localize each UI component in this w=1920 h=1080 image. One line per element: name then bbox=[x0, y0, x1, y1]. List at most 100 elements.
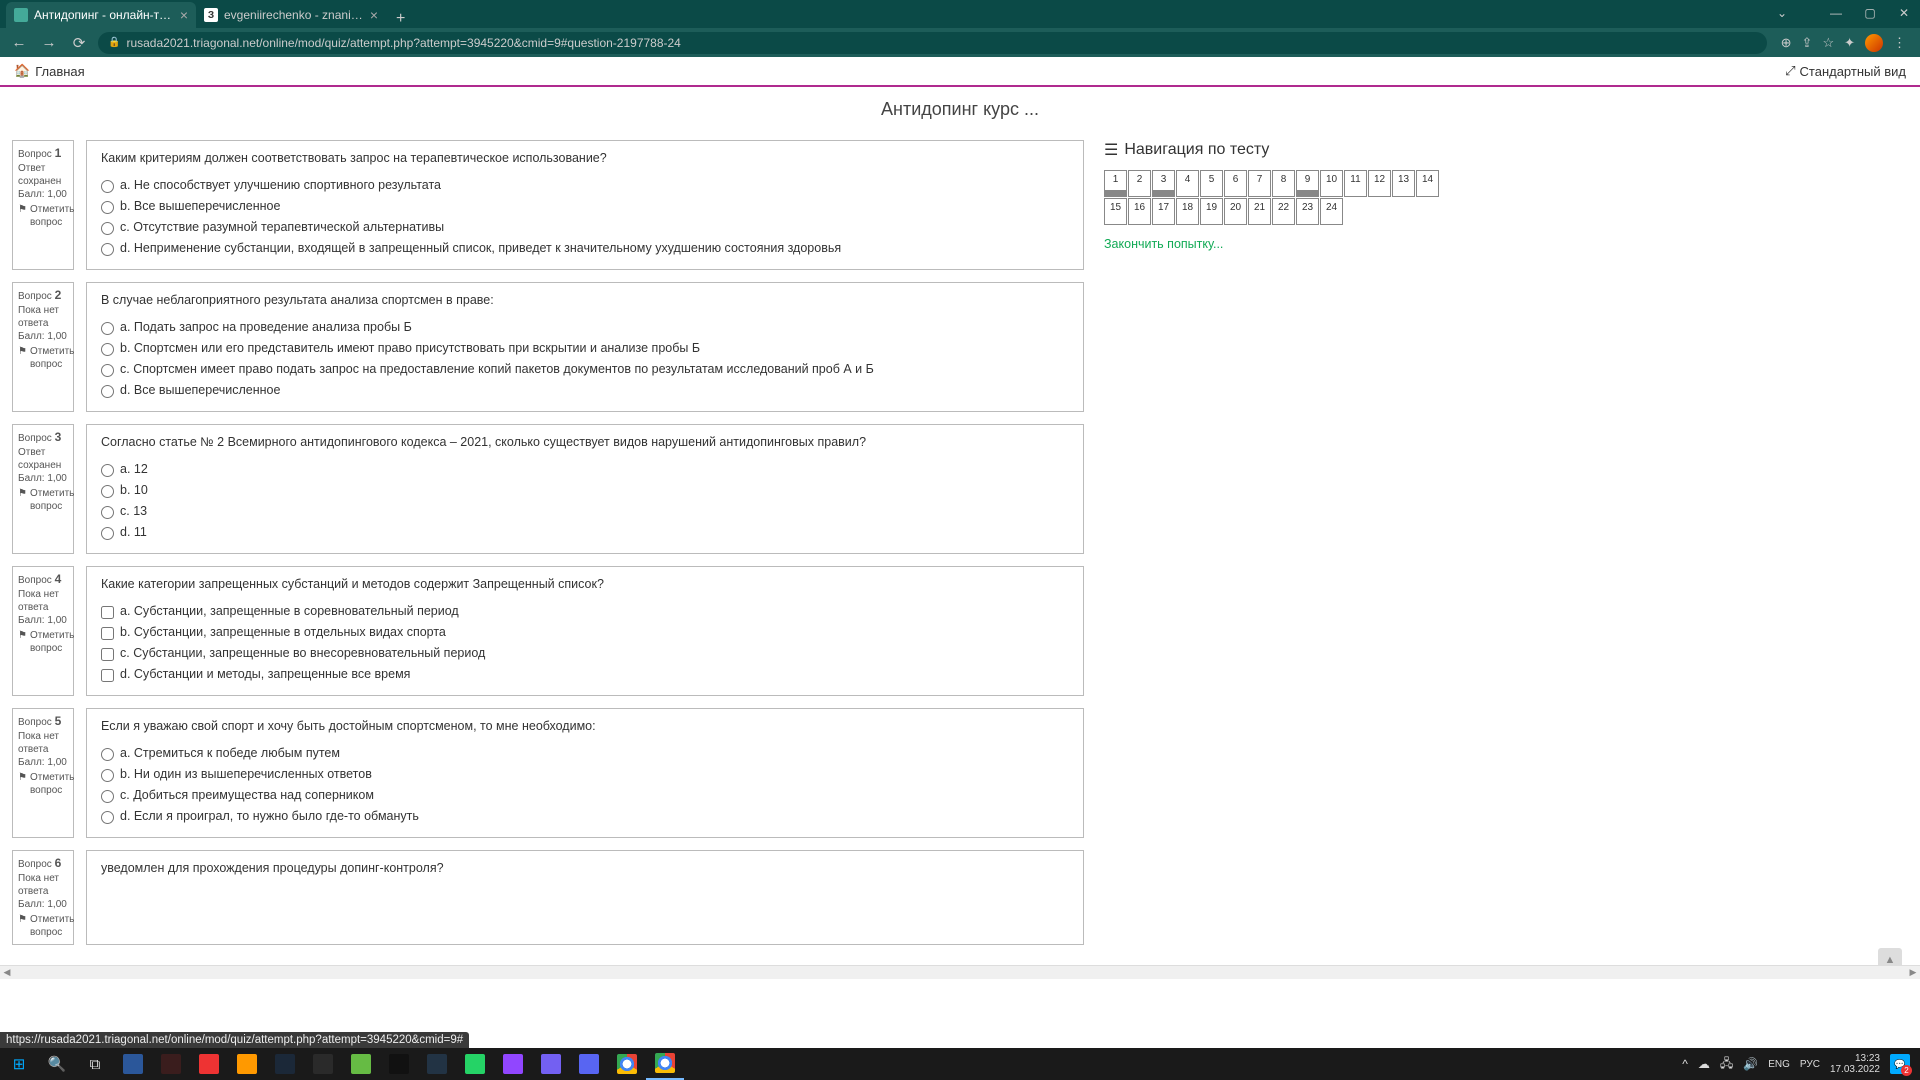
search-button[interactable]: 🔍 bbox=[38, 1048, 76, 1080]
start-button[interactable]: ⊞ bbox=[0, 1048, 38, 1080]
option-input[interactable] bbox=[101, 811, 114, 824]
option-input[interactable] bbox=[101, 606, 114, 619]
back-button[interactable]: ← bbox=[8, 32, 30, 54]
app-game-icon[interactable] bbox=[228, 1048, 266, 1080]
tray-onedrive-icon[interactable]: ☁ bbox=[1698, 1057, 1710, 1071]
option-input[interactable] bbox=[101, 364, 114, 377]
app-word-icon[interactable] bbox=[114, 1048, 152, 1080]
minimize-icon[interactable]: — bbox=[1820, 0, 1852, 26]
tray-clock[interactable]: 13:23 17.03.2022 bbox=[1830, 1053, 1880, 1075]
question-option[interactable]: c. Добиться преимущества над соперником bbox=[101, 785, 1069, 806]
app-discord-icon[interactable] bbox=[570, 1048, 608, 1080]
standard-view-button[interactable]: ⤢ Стандартный вид bbox=[1785, 63, 1906, 79]
option-input[interactable] bbox=[101, 506, 114, 519]
nav-question-1[interactable]: 1 bbox=[1104, 170, 1127, 197]
tray-lang2[interactable]: РУС bbox=[1800, 1059, 1820, 1070]
question-option[interactable]: a. Не способствует улучшению спортивного… bbox=[101, 175, 1069, 196]
tab-2[interactable]: З evgeniirechenko - znanija.com × bbox=[196, 2, 386, 28]
url-input[interactable]: 🔒 rusada2021.triagonal.net/online/mod/qu… bbox=[98, 32, 1767, 54]
nav-question-15[interactable]: 15 bbox=[1104, 198, 1127, 225]
tab-1[interactable]: Антидопинг - онлайн-тест × bbox=[6, 2, 196, 28]
option-input[interactable] bbox=[101, 343, 114, 356]
app-chrome-active-icon[interactable] bbox=[646, 1048, 684, 1080]
app-whatsapp-icon[interactable] bbox=[456, 1048, 494, 1080]
nav-question-5[interactable]: 5 bbox=[1200, 170, 1223, 197]
nav-question-12[interactable]: 12 bbox=[1368, 170, 1391, 197]
notifications-button[interactable]: 💬2 bbox=[1890, 1054, 1910, 1074]
share-icon[interactable]: ⇪ bbox=[1802, 35, 1813, 51]
nav-question-19[interactable]: 19 bbox=[1200, 198, 1223, 225]
option-input[interactable] bbox=[101, 222, 114, 235]
nav-question-18[interactable]: 18 bbox=[1176, 198, 1199, 225]
task-view-button[interactable]: ⧉ bbox=[76, 1048, 114, 1080]
option-input[interactable] bbox=[101, 648, 114, 661]
new-tab-button[interactable]: + bbox=[386, 10, 415, 28]
option-input[interactable] bbox=[101, 769, 114, 782]
question-option[interactable]: c. Отсутствие разумной терапевтической а… bbox=[101, 217, 1069, 238]
app-media-icon[interactable] bbox=[418, 1048, 456, 1080]
app-opera-icon[interactable] bbox=[380, 1048, 418, 1080]
menu-icon[interactable]: ⋮ bbox=[1893, 35, 1906, 51]
dropdown-icon[interactable]: ⌄ bbox=[1766, 0, 1798, 26]
close-icon[interactable]: × bbox=[370, 7, 378, 23]
option-input[interactable] bbox=[101, 385, 114, 398]
app-gog-icon[interactable] bbox=[342, 1048, 380, 1080]
nav-question-24[interactable]: 24 bbox=[1320, 198, 1343, 225]
nav-question-22[interactable]: 22 bbox=[1272, 198, 1295, 225]
close-window-icon[interactable]: ✕ bbox=[1888, 0, 1920, 26]
nav-question-9[interactable]: 9 bbox=[1296, 170, 1319, 197]
question-option[interactable]: b. Спортсмен или его представитель имеют… bbox=[101, 338, 1069, 359]
question-option[interactable]: c. 13 bbox=[101, 501, 1069, 522]
app-steam-icon[interactable] bbox=[266, 1048, 304, 1080]
question-option[interactable]: d. Неприменение субстанции, входящей в з… bbox=[101, 238, 1069, 259]
question-option[interactable]: a. Стремиться к победе любым путем bbox=[101, 743, 1069, 764]
question-option[interactable]: c. Спортсмен имеет право подать запрос н… bbox=[101, 359, 1069, 380]
forward-button[interactable]: → bbox=[38, 32, 60, 54]
app-ccleaner-icon[interactable] bbox=[190, 1048, 228, 1080]
flag-question-link[interactable]: ⚑Отметить вопрос bbox=[18, 203, 68, 229]
nav-question-10[interactable]: 10 bbox=[1320, 170, 1343, 197]
nav-question-6[interactable]: 6 bbox=[1224, 170, 1247, 197]
flag-question-link[interactable]: ⚑Отметить вопрос bbox=[18, 487, 68, 513]
nav-question-8[interactable]: 8 bbox=[1272, 170, 1295, 197]
option-input[interactable] bbox=[101, 790, 114, 803]
question-option[interactable]: c. Субстанции, запрещенные во внесоревно… bbox=[101, 643, 1069, 664]
option-input[interactable] bbox=[101, 201, 114, 214]
reload-button[interactable]: ⟳ bbox=[68, 32, 90, 54]
tray-lang1[interactable]: ENG bbox=[1768, 1059, 1790, 1070]
maximize-icon[interactable]: ▢ bbox=[1854, 0, 1886, 26]
nav-question-23[interactable]: 23 bbox=[1296, 198, 1319, 225]
nav-question-4[interactable]: 4 bbox=[1176, 170, 1199, 197]
scroll-right-icon[interactable]: ▶ bbox=[1906, 966, 1920, 980]
bookmark-icon[interactable]: ☆ bbox=[1822, 35, 1834, 51]
profile-avatar[interactable] bbox=[1865, 34, 1883, 52]
nav-question-20[interactable]: 20 bbox=[1224, 198, 1247, 225]
question-option[interactable]: b. 10 bbox=[101, 480, 1069, 501]
question-option[interactable]: b. Все вышеперечисленное bbox=[101, 196, 1069, 217]
nav-question-16[interactable]: 16 bbox=[1128, 198, 1151, 225]
nav-question-11[interactable]: 11 bbox=[1344, 170, 1367, 197]
flag-question-link[interactable]: ⚑Отметить вопрос bbox=[18, 771, 68, 797]
app-viber-icon[interactable] bbox=[532, 1048, 570, 1080]
option-input[interactable] bbox=[101, 748, 114, 761]
question-option[interactable]: d. Субстанции и методы, запрещенные все … bbox=[101, 664, 1069, 685]
question-option[interactable]: a. Субстанции, запрещенные в соревновате… bbox=[101, 601, 1069, 622]
tray-expand-icon[interactable]: ^ bbox=[1682, 1057, 1688, 1071]
flag-question-link[interactable]: ⚑Отметить вопрос bbox=[18, 629, 68, 655]
option-input[interactable] bbox=[101, 527, 114, 540]
extensions-icon[interactable]: ✦ bbox=[1844, 35, 1855, 51]
tray-network-icon[interactable]: 🖧 bbox=[1720, 1054, 1733, 1075]
option-input[interactable] bbox=[101, 669, 114, 682]
option-input[interactable] bbox=[101, 485, 114, 498]
home-link[interactable]: 🏠 Главная bbox=[14, 63, 85, 79]
app-twitch-icon[interactable] bbox=[494, 1048, 532, 1080]
app-epic-icon[interactable] bbox=[304, 1048, 342, 1080]
question-option[interactable]: a. 12 bbox=[101, 459, 1069, 480]
nav-question-21[interactable]: 21 bbox=[1248, 198, 1271, 225]
option-input[interactable] bbox=[101, 322, 114, 335]
question-option[interactable]: b. Субстанции, запрещенные в отдельных в… bbox=[101, 622, 1069, 643]
option-input[interactable] bbox=[101, 180, 114, 193]
nav-question-2[interactable]: 2 bbox=[1128, 170, 1151, 197]
flag-question-link[interactable]: ⚑Отметить вопрос bbox=[18, 345, 68, 371]
nav-question-17[interactable]: 17 bbox=[1152, 198, 1175, 225]
